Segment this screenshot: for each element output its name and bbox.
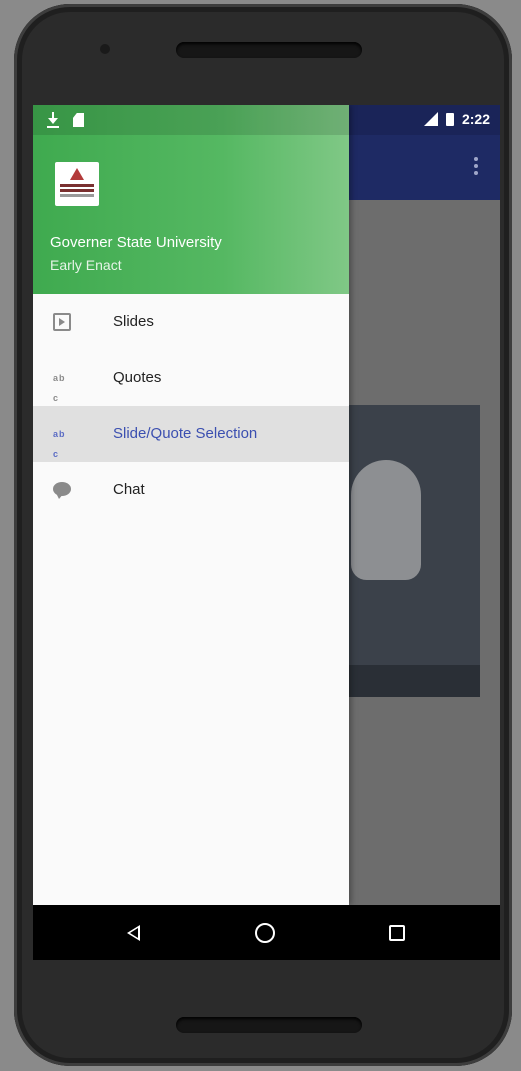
signal-icon — [423, 112, 438, 126]
drawer-menu: Slides ab c Quotes ab c Slide/Quote Sele… — [33, 294, 349, 518]
status-time: 2:22 — [461, 111, 490, 127]
drawer-item-slides[interactable]: Slides — [33, 294, 349, 350]
background-image-subject — [351, 460, 421, 580]
text-format-icon: ab c — [53, 373, 66, 403]
phone-frame: 2:22 Governer State University Early Ena… — [14, 4, 512, 1066]
recent-apps-icon[interactable] — [389, 925, 405, 941]
background-image-shadow — [333, 665, 480, 697]
download-icon — [47, 112, 59, 128]
drawer-header: Governer State University Early Enact — [33, 105, 349, 294]
bottom-speaker — [176, 1017, 362, 1033]
drawer-item-chat[interactable]: Chat — [33, 462, 349, 518]
drawer-subtitle: Early Enact — [50, 257, 122, 273]
navigation-drawer: Governer State University Early Enact Sl… — [33, 105, 349, 905]
overflow-menu-icon[interactable] — [474, 157, 478, 175]
battery-icon — [445, 112, 454, 126]
home-icon[interactable] — [255, 923, 275, 943]
text-format-icon: ab c — [53, 429, 66, 459]
drawer-item-label: Slides — [113, 313, 154, 330]
drawer-title: Governer State University — [50, 234, 222, 251]
screen: 2:22 Governer State University Early Ena… — [33, 105, 500, 960]
slideshow-icon — [53, 312, 73, 332]
drawer-item-slide-quote-selection[interactable]: ab c Slide/Quote Selection — [33, 406, 349, 462]
drawer-status-bar — [33, 105, 349, 135]
drawer-item-label: Chat — [113, 481, 145, 498]
chat-bubble-icon — [53, 480, 73, 500]
status-icons: 2:22 — [423, 111, 490, 127]
university-logo — [55, 162, 99, 206]
drawer-item-label: Quotes — [113, 369, 162, 386]
logo-crest-icon — [70, 168, 84, 180]
drawer-item-quotes[interactable]: ab c Quotes — [33, 350, 349, 406]
system-nav-bar — [33, 905, 500, 960]
front-camera — [100, 44, 110, 54]
sd-card-icon — [73, 113, 84, 127]
back-icon[interactable] — [127, 925, 140, 941]
drawer-item-label: Slide/Quote Selection — [113, 425, 258, 442]
top-speaker — [176, 42, 362, 58]
